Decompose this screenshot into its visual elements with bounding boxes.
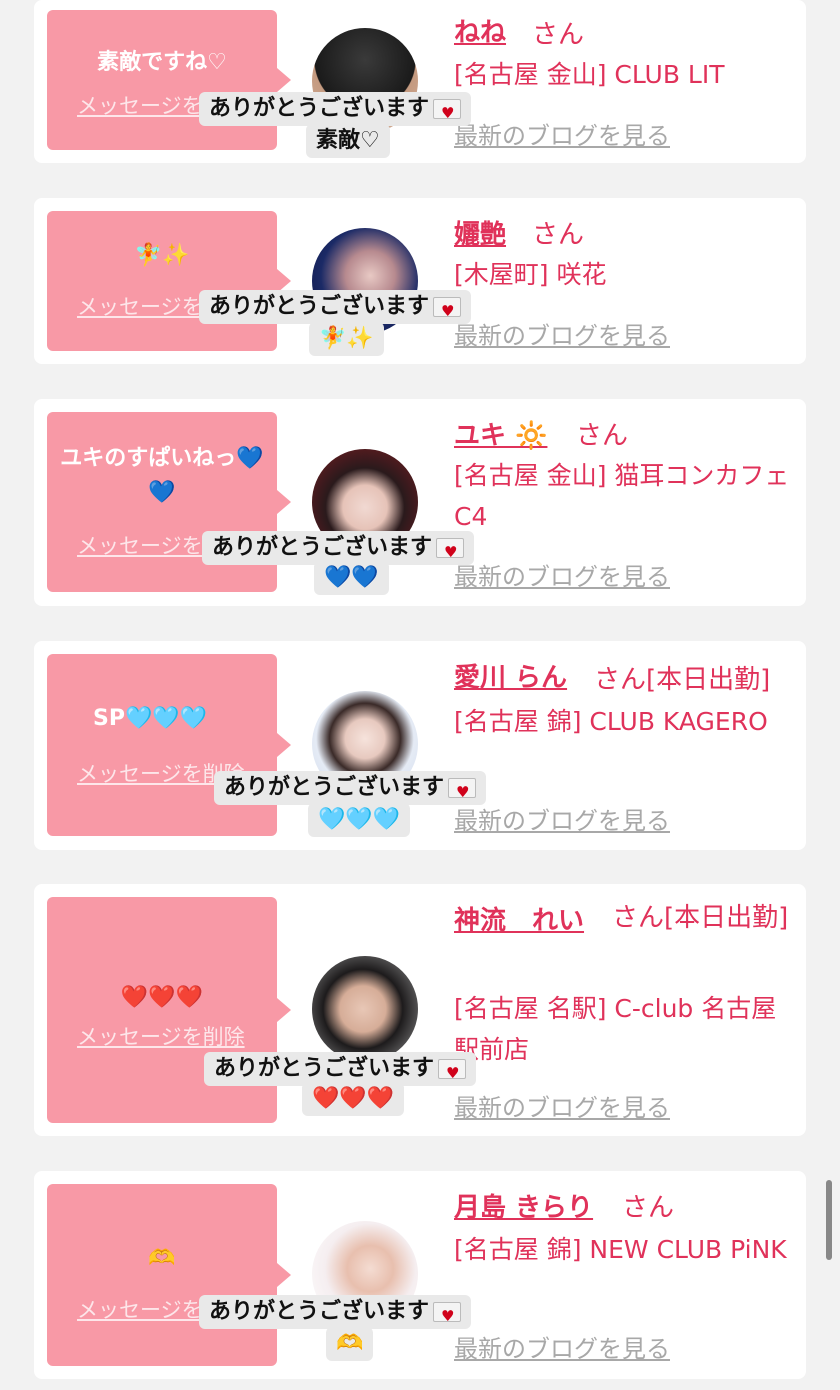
cast-name-link[interactable]: 愛川 らん bbox=[454, 657, 567, 694]
message-card: ❤️❤️❤️ メッセージを削除 神流 れい さん[本日出勤] [名古屋 名駅] … bbox=[34, 884, 806, 1136]
reply-extra: 🫶 bbox=[326, 1327, 374, 1361]
message-text: 🫶 bbox=[148, 1246, 176, 1271]
shop-name: [名古屋 錦] NEW CLUB PiNK bbox=[454, 1235, 787, 1264]
envelope-heart-icon bbox=[448, 777, 477, 807]
blog-link[interactable]: 最新のブログを見る bbox=[454, 1088, 670, 1123]
cast-name-link[interactable]: 月島 きらり bbox=[454, 1187, 593, 1224]
honorific: さん bbox=[622, 1193, 675, 1223]
reply-bubble: ありがとうございます bbox=[199, 92, 472, 128]
cast-name-link[interactable]: 孋艶 bbox=[454, 214, 506, 251]
blog-link[interactable]: 最新のブログを見る bbox=[454, 1329, 670, 1364]
envelope-heart-icon bbox=[433, 1301, 462, 1331]
reply-bubble: ありがとうございます bbox=[204, 1052, 477, 1088]
shop-name: [名古屋 金山] CLUB LIT bbox=[454, 60, 725, 89]
message-text: 素敵ですね♡ bbox=[97, 50, 227, 75]
blog-link[interactable]: 最新のブログを見る bbox=[454, 316, 670, 351]
message-text: SP🩵🩵🩵 bbox=[93, 706, 208, 731]
reply-extra: 素敵♡ bbox=[306, 124, 390, 158]
blog-link[interactable]: 最新のブログを見る bbox=[454, 116, 670, 151]
avatar[interactable] bbox=[312, 956, 418, 1062]
reply-extra: ❤️❤️❤️ bbox=[302, 1082, 405, 1116]
message-card: 素敵ですね♡ メッセージを削除 ねね さん [名古屋 金山] CLUB LIT … bbox=[34, 0, 806, 163]
reply-bubble: ありがとうございます bbox=[199, 290, 472, 326]
shop-name: [名古屋 名駅] C-club 名古屋駅前店 bbox=[454, 994, 777, 1064]
message-bubble: ユキのすぱいねっ💙💙 メッセージを削除 bbox=[47, 412, 291, 592]
reply-text: ありがとうございます bbox=[209, 294, 430, 319]
envelope-heart-icon bbox=[438, 1058, 467, 1088]
message-bubble: 素敵ですね♡ メッセージを削除 bbox=[47, 10, 291, 150]
blog-link[interactable]: 最新のブログを見る bbox=[454, 801, 670, 836]
cast-name-link[interactable]: ユキ 🔆 bbox=[454, 415, 547, 452]
reply-bubble: ありがとうございます bbox=[214, 771, 487, 807]
message-text: 🧚✨ bbox=[134, 243, 190, 268]
reply-text: ありがとうございます bbox=[224, 775, 445, 800]
shop-name: [木屋町] 咲花 bbox=[454, 260, 607, 289]
shop-name: [名古屋 錦] CLUB KAGERO bbox=[454, 707, 768, 736]
honorific: さん bbox=[532, 20, 585, 50]
reply-extra: 🩵🩵🩵 bbox=[308, 803, 411, 837]
message-card: 🫶 メッセージを削除 月島 きらり さん [名古屋 錦] NEW CLUB Pi… bbox=[34, 1171, 806, 1379]
delete-message-link[interactable]: メッセージを削除 bbox=[77, 1021, 277, 1051]
reply-bubble: ありがとうございます bbox=[202, 531, 475, 567]
message-text: ユキのすぱいねっ💙💙 bbox=[60, 446, 264, 505]
envelope-heart-icon bbox=[433, 296, 462, 326]
envelope-heart-icon bbox=[433, 98, 462, 128]
message-card: SP🩵🩵🩵 メッセージを削除 愛川 らん さん[本日出勤] [名古屋 錦] CL… bbox=[34, 641, 806, 850]
message-bubble: 🫶 メッセージを削除 bbox=[47, 1184, 291, 1366]
honorific: さん[本日出勤] bbox=[594, 665, 771, 695]
envelope-heart-icon bbox=[436, 537, 465, 567]
cast-name-link[interactable]: ねね bbox=[454, 12, 506, 49]
message-bubble: SP🩵🩵🩵 メッセージを削除 bbox=[47, 654, 291, 836]
reply-text: ありがとうございます bbox=[209, 1299, 430, 1324]
reply-text: ありがとうございます bbox=[209, 96, 430, 121]
honorific: さん[本日出勤] bbox=[612, 903, 789, 933]
reply-text: ありがとうございます bbox=[214, 1056, 435, 1081]
honorific: さん bbox=[532, 220, 585, 250]
reply-extra: 🧚✨ bbox=[309, 322, 384, 356]
reply-text: ありがとうございます bbox=[212, 535, 433, 560]
blog-link[interactable]: 最新のブログを見る bbox=[454, 557, 670, 592]
reply-bubble: ありがとうございます bbox=[199, 1295, 472, 1331]
honorific: さん bbox=[576, 421, 629, 451]
message-text: ❤️❤️❤️ bbox=[120, 985, 204, 1010]
reply-extra: 💙💙 bbox=[314, 561, 389, 595]
message-card: 🧚✨ メッセージを削除 孋艶 さん [木屋町] 咲花 最新のブログを見る ありが… bbox=[34, 198, 806, 364]
scrollbar[interactable] bbox=[826, 1180, 832, 1260]
message-bubble: 🧚✨ メッセージを削除 bbox=[47, 211, 291, 351]
message-bubble: ❤️❤️❤️ メッセージを削除 bbox=[47, 897, 291, 1123]
message-card: ユキのすぱいねっ💙💙 メッセージを削除 ユキ 🔆 さん [名古屋 金山] 猫耳コ… bbox=[34, 399, 806, 606]
shop-name: [名古屋 金山] 猫耳コンカフェ C4 bbox=[454, 461, 790, 531]
